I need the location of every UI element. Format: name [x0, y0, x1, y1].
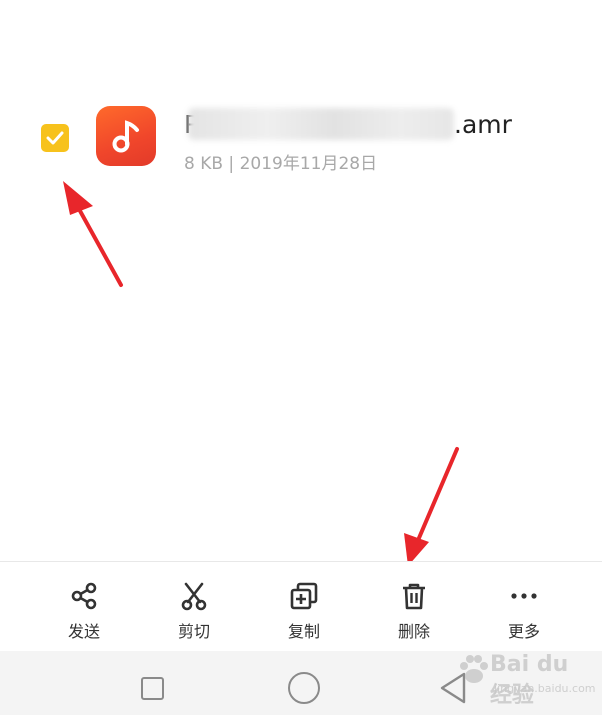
- more-button[interactable]: 更多: [479, 562, 569, 652]
- copy-icon: [288, 580, 320, 612]
- watermark-url: jingyan.baidu.com: [494, 682, 596, 695]
- action-toolbar: 发送 剪切 复制 删除 更多: [0, 561, 602, 651]
- arrow-to-delete: [404, 447, 459, 566]
- paw-logo-icon: [460, 655, 488, 683]
- copy-button[interactable]: 复制: [259, 562, 349, 652]
- send-button[interactable]: 发送: [39, 562, 129, 652]
- delete-button[interactable]: 删除: [369, 562, 459, 652]
- share-icon: [68, 580, 100, 612]
- recents-square-icon[interactable]: [141, 677, 164, 700]
- baidu-watermark: Bai du 经验 jingyan.baidu.com: [454, 648, 596, 708]
- more-dots-icon: [508, 580, 540, 612]
- home-circle-icon[interactable]: [288, 672, 320, 704]
- cut-button[interactable]: 剪切: [149, 562, 239, 652]
- arrow-to-checkbox: [63, 181, 123, 287]
- trash-icon: [398, 580, 430, 612]
- watermark-brand: Bai du 经验: [490, 652, 569, 708]
- scissors-icon: [178, 580, 210, 612]
